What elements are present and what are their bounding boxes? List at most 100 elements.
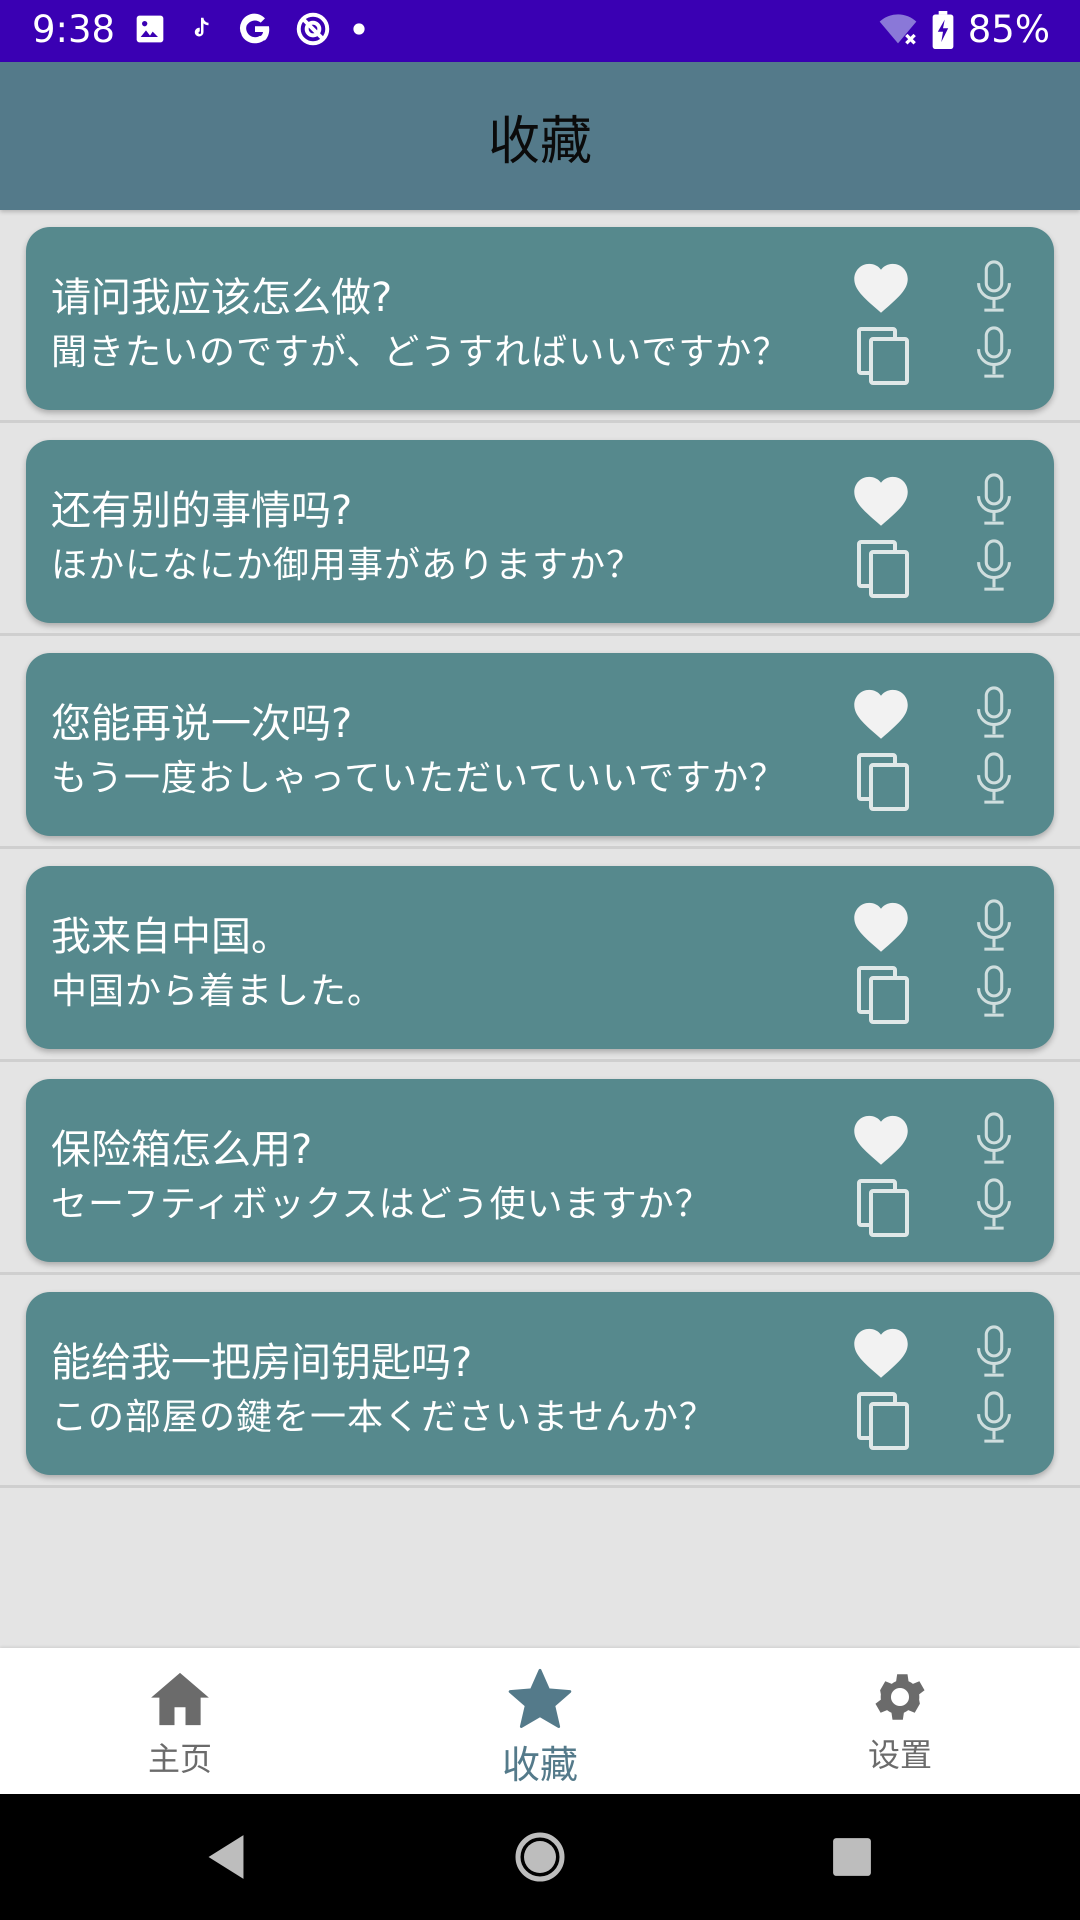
- dot-icon: [352, 22, 366, 36]
- nav-home-label: 主页: [147, 1740, 212, 1778]
- microphone-icon: [977, 326, 1011, 378]
- copy-icon: [857, 327, 909, 385]
- favorite-button[interactable]: [846, 1320, 916, 1382]
- phrase-japanese: セーフティボックスはどう使いますか？: [51, 1184, 712, 1225]
- nav-settings[interactable]: 设置: [720, 1648, 1080, 1794]
- list-item: 您能再说一次吗? もう一度おしゃっていただいていいですか？: [0, 636, 1080, 849]
- copy-button[interactable]: [852, 536, 916, 604]
- wifi-off-icon: [878, 12, 918, 48]
- phrase-card[interactable]: 您能再说一次吗? もう一度おしゃっていただいていいですか？: [26, 653, 1054, 836]
- microphone-icon: [977, 752, 1011, 804]
- heart-icon: [854, 476, 908, 526]
- phrase-chinese: 保险箱怎么用?: [51, 1127, 313, 1173]
- tiktok-icon: [186, 13, 216, 45]
- phrase-japanese: ほかになにか御用事がありますか？: [51, 545, 644, 586]
- speak-japanese-button[interactable]: [968, 536, 1020, 596]
- copy-icon: [857, 540, 909, 598]
- heart-icon: [854, 1328, 908, 1378]
- microphone-icon: [977, 539, 1011, 591]
- phrase-chinese: 我来自中国。: [51, 914, 291, 960]
- phrase-card[interactable]: 保险箱怎么用? セーフティボックスはどう使いますか？: [26, 1079, 1054, 1262]
- microphone-icon: [977, 965, 1011, 1017]
- google-icon: [236, 10, 274, 48]
- microphone-icon: [977, 473, 1011, 525]
- bottom-navigation: 主页 收藏 设置: [0, 1648, 1080, 1794]
- page-title: 收藏: [487, 111, 592, 172]
- speak-japanese-button[interactable]: [968, 323, 1020, 383]
- heart-icon: [854, 689, 908, 739]
- list-item: 我来自中国。 中国から着ました。: [0, 849, 1080, 1062]
- phrase-card[interactable]: 还有别的事情吗? ほかになにか御用事がありますか？: [26, 440, 1054, 623]
- app-bar: 收藏: [0, 62, 1080, 210]
- copy-button[interactable]: [852, 1175, 916, 1243]
- phrase-card[interactable]: 我来自中国。 中国から着ました。: [26, 866, 1054, 1049]
- battery-charging-icon: [932, 10, 954, 49]
- recents-button[interactable]: [822, 1826, 882, 1888]
- copy-icon: [857, 1179, 909, 1237]
- recents-square-icon: [833, 1838, 871, 1876]
- back-button[interactable]: [196, 1822, 256, 1892]
- system-navigation-bar: [0, 1794, 1080, 1920]
- speak-chinese-button[interactable]: [968, 1109, 1020, 1169]
- list-item: 请问我应该怎么做? 聞きたいのですが、どうすればいいですか？: [0, 210, 1080, 423]
- speak-chinese-button[interactable]: [968, 257, 1020, 317]
- copy-icon: [857, 1392, 909, 1450]
- copy-icon: [857, 753, 909, 811]
- star-icon: [508, 1668, 572, 1728]
- speak-chinese-button[interactable]: [968, 683, 1020, 743]
- phrase-japanese: 聞きたいのですが、どうすればいいですか？: [51, 332, 790, 373]
- microphone-icon: [977, 899, 1011, 951]
- speak-japanese-button[interactable]: [968, 1388, 1020, 1448]
- speak-chinese-button[interactable]: [968, 896, 1020, 956]
- favorite-button[interactable]: [846, 255, 916, 317]
- app-icon: [294, 10, 332, 48]
- home-system-button[interactable]: [510, 1824, 570, 1890]
- status-icons-right: 85%: [878, 8, 1050, 51]
- back-triangle-icon: [208, 1835, 244, 1879]
- phrase-japanese: もう一度おしゃっていただいていいですか？: [51, 758, 786, 799]
- status-time: 9:38: [32, 8, 116, 51]
- home-circle-icon: [515, 1832, 565, 1882]
- favorite-button[interactable]: [846, 681, 916, 743]
- speak-chinese-button[interactable]: [968, 470, 1020, 530]
- phrase-chinese: 能给我一把房间钥匙吗?: [51, 1340, 473, 1386]
- favorite-button[interactable]: [846, 1107, 916, 1169]
- speak-japanese-button[interactable]: [968, 1175, 1020, 1235]
- nav-home[interactable]: 主页: [0, 1648, 360, 1794]
- speak-japanese-button[interactable]: [968, 962, 1020, 1022]
- copy-button[interactable]: [852, 1388, 916, 1456]
- copy-button[interactable]: [852, 323, 916, 391]
- copy-button[interactable]: [852, 749, 916, 817]
- microphone-icon: [977, 260, 1011, 312]
- phrase-japanese: 中国から着ました。: [51, 971, 385, 1012]
- list-item: 还有别的事情吗? ほかになにか御用事がありますか？: [0, 423, 1080, 636]
- microphone-icon: [977, 1325, 1011, 1377]
- nav-favorites[interactable]: 收藏: [360, 1648, 720, 1794]
- list-item: 保险箱怎么用? セーフティボックスはどう使いますか？: [0, 1062, 1080, 1275]
- speak-chinese-button[interactable]: [968, 1322, 1020, 1382]
- microphone-icon: [977, 686, 1011, 738]
- phrase-japanese: この部屋の鍵を一本くださいませんか？: [51, 1397, 716, 1438]
- status-icons-left: [134, 10, 366, 48]
- battery-percent: 85%: [967, 8, 1050, 51]
- speak-japanese-button[interactable]: [968, 749, 1020, 809]
- favorite-button[interactable]: [846, 894, 916, 956]
- copy-icon: [857, 966, 909, 1024]
- phrase-card[interactable]: 能给我一把房间钥匙吗? この部屋の鍵を一本くださいませんか？: [26, 1292, 1054, 1475]
- phrase-chinese: 还有别的事情吗?: [51, 488, 353, 534]
- heart-icon: [854, 902, 908, 952]
- image-icon: [134, 13, 166, 45]
- home-icon: [151, 1672, 209, 1726]
- copy-button[interactable]: [852, 962, 916, 1030]
- list-item: 能给我一把房间钥匙吗? この部屋の鍵を一本くださいませんか？: [0, 1275, 1080, 1488]
- nav-settings-label: 设置: [867, 1736, 932, 1774]
- heart-icon: [854, 263, 908, 313]
- heart-icon: [854, 1115, 908, 1165]
- microphone-icon: [977, 1178, 1011, 1230]
- microphone-icon: [977, 1112, 1011, 1164]
- microphone-icon: [977, 1391, 1011, 1443]
- gear-icon: [875, 1674, 925, 1720]
- phrase-chinese: 请问我应该怎么做?: [51, 275, 393, 321]
- phrase-card[interactable]: 请问我应该怎么做? 聞きたいのですが、どうすればいいですか？: [26, 227, 1054, 410]
- favorite-button[interactable]: [846, 468, 916, 530]
